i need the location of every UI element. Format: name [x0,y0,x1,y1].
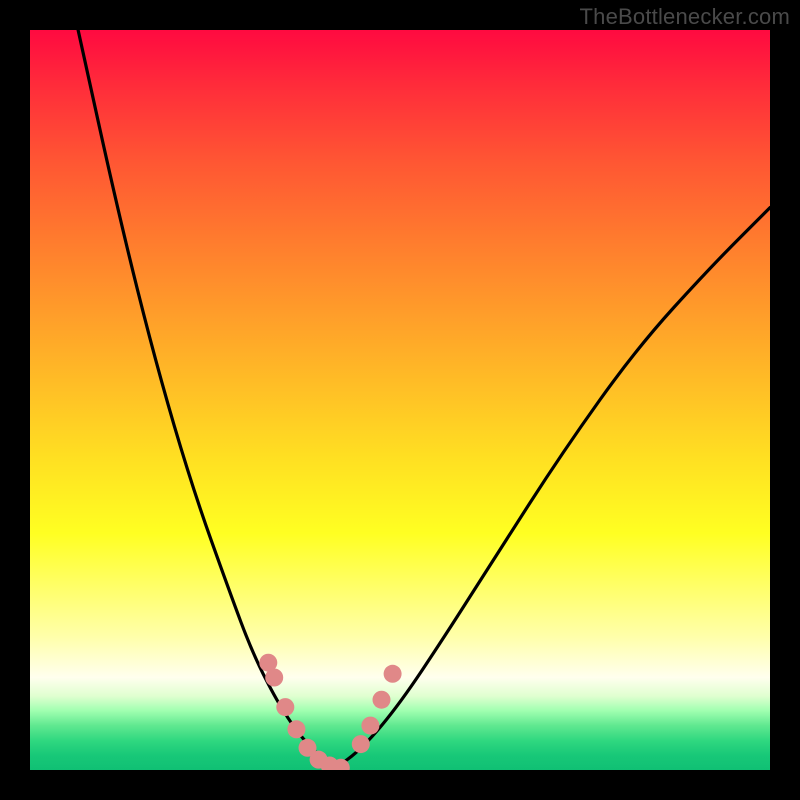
data-dot [265,669,283,687]
chart-frame: TheBottlenecker.com [0,0,800,800]
data-dot [361,717,379,735]
right-curve [333,208,770,770]
data-dot [384,665,402,683]
data-dot [287,720,305,738]
watermark-text: TheBottlenecker.com [580,4,790,30]
plot-area [30,30,770,770]
data-dot [276,698,294,716]
data-dot [373,691,391,709]
curve-layer [30,30,770,770]
left-curve [78,30,333,770]
data-dot [352,735,370,753]
